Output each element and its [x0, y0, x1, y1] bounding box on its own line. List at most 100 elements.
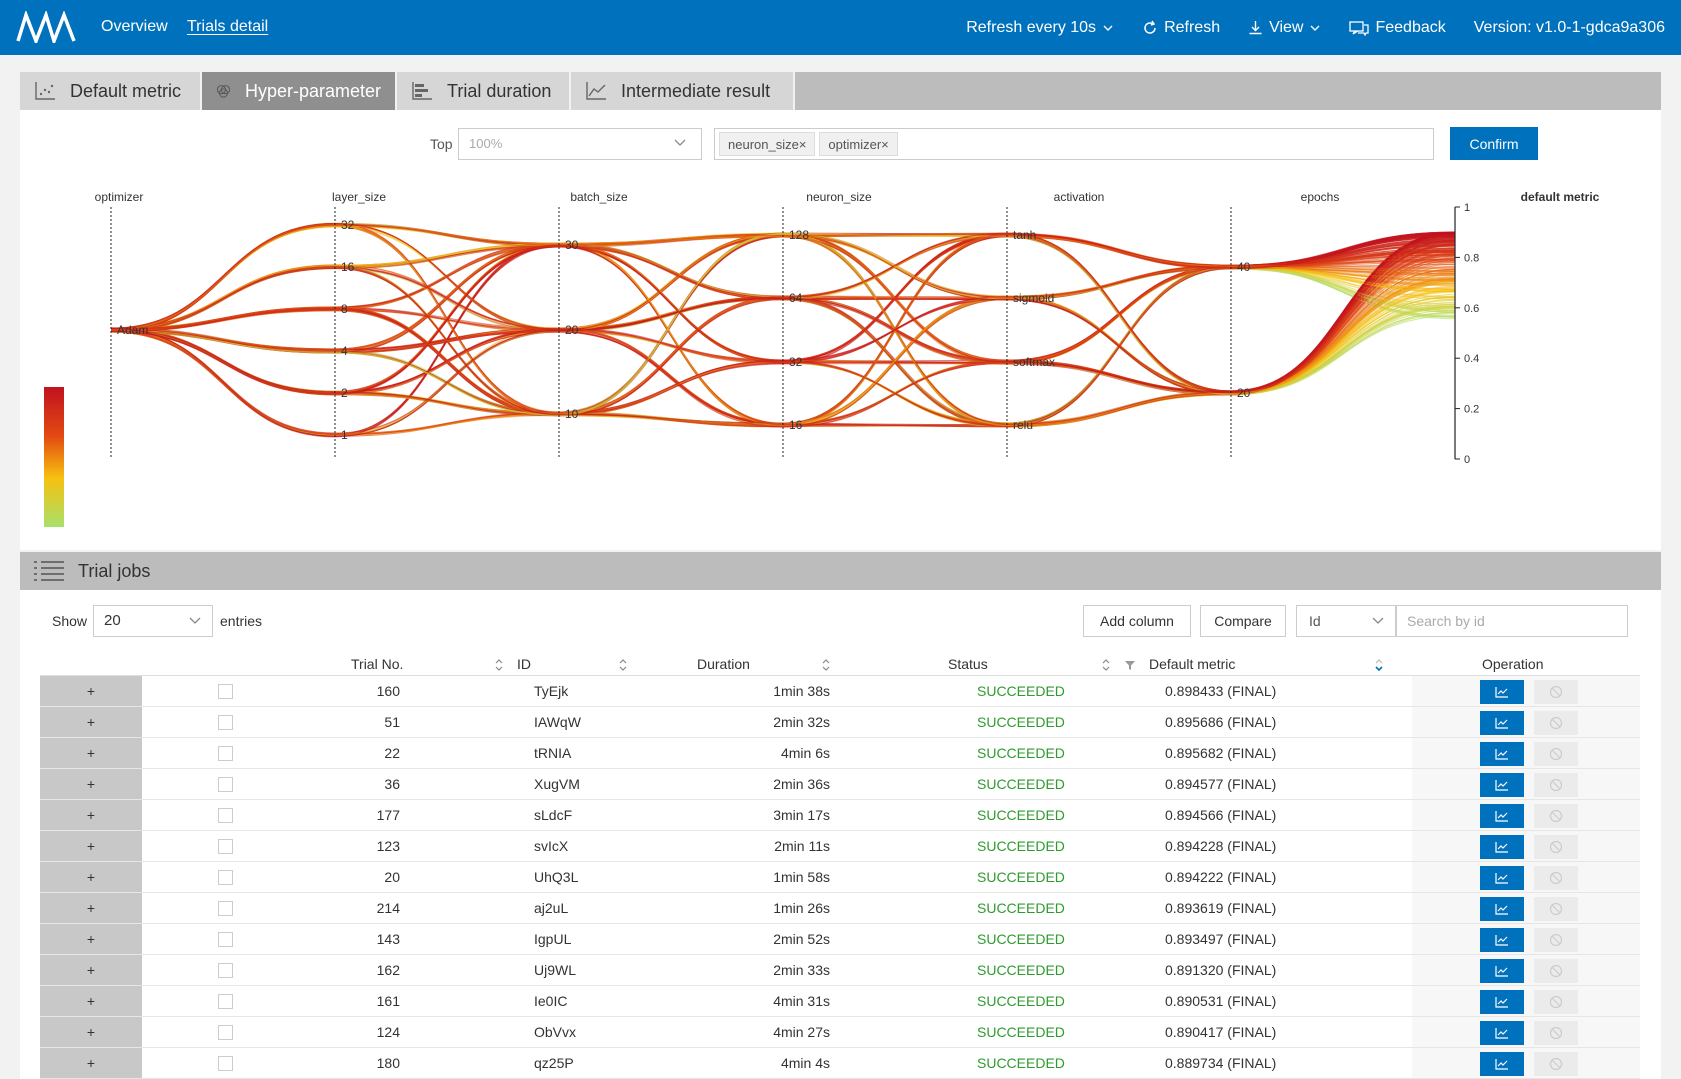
- view-dropdown[interactable]: View: [1248, 19, 1321, 37]
- trial-detail-button[interactable]: [1480, 835, 1524, 859]
- row-select-checkbox[interactable]: [218, 1025, 233, 1040]
- trial-detail-button[interactable]: [1480, 773, 1524, 797]
- row-select-checkbox[interactable]: [218, 901, 233, 916]
- row-select-checkbox[interactable]: [218, 963, 233, 978]
- sort-icon[interactable]: [821, 658, 831, 672]
- row-select-checkbox[interactable]: [218, 684, 233, 699]
- tick-label: tanh: [1013, 228, 1036, 242]
- trial-detail-button[interactable]: [1480, 742, 1524, 766]
- row-select-checkbox[interactable]: [218, 839, 233, 854]
- expand-row-button[interactable]: +: [40, 924, 142, 954]
- kill-trial-button[interactable]: [1534, 928, 1578, 952]
- search-field-select[interactable]: Id: [1296, 605, 1396, 637]
- table-row[interactable]: +124 ObVvx 4min 27s SUCCEEDED 0.890417 (FINA…: [40, 1017, 1640, 1048]
- table-row[interactable]: +123 svIcX 2min 11s SUCCEEDED 0.894228 (FINA…: [40, 831, 1640, 862]
- row-select-checkbox[interactable]: [218, 777, 233, 792]
- trial-detail-button[interactable]: [1480, 1052, 1524, 1076]
- table-row[interactable]: +22 tRNIA 4min 6s SUCCEEDED 0.895682 (FINAL): [40, 738, 1640, 769]
- table-row[interactable]: +20 UhQ3L 1min 58s SUCCEEDED 0.894222 (FINAL…: [40, 862, 1640, 893]
- expand-row-button[interactable]: +: [40, 769, 142, 799]
- nav-trials-detail-link[interactable]: Trials detail: [187, 18, 268, 36]
- cell-id: Uj9WL: [534, 962, 577, 978]
- kill-trial-button[interactable]: [1534, 742, 1578, 766]
- parallel-coordinates-chart[interactable]: Adam32168421302010128643216tanhsigmoidso…: [20, 72, 1661, 550]
- trial-detail-button[interactable]: [1480, 680, 1524, 704]
- expand-row-button[interactable]: +: [40, 800, 142, 830]
- kill-trial-button[interactable]: [1534, 866, 1578, 890]
- refresh-button[interactable]: Refresh: [1142, 19, 1220, 37]
- table-row[interactable]: +36 XugVM 2min 36s SUCCEEDED 0.894577 (FINAL…: [40, 769, 1640, 800]
- sort-icon[interactable]: [494, 658, 504, 672]
- add-column-button[interactable]: Add column: [1083, 605, 1191, 637]
- kill-trial-button[interactable]: [1534, 773, 1578, 797]
- row-select-checkbox[interactable]: [218, 994, 233, 1009]
- expand-row-button[interactable]: +: [40, 676, 142, 706]
- filter-icon[interactable]: [1124, 658, 1136, 672]
- kill-trial-button[interactable]: [1534, 1021, 1578, 1045]
- trial-detail-button[interactable]: [1480, 804, 1524, 828]
- table-row[interactable]: +51 IAWqW 2min 32s SUCCEEDED 0.895686 (FINAL…: [40, 707, 1640, 738]
- expand-row-button[interactable]: +: [40, 893, 142, 923]
- table-row[interactable]: +143 IgpUL 2min 52s SUCCEEDED 0.893497 (FINA…: [40, 924, 1640, 955]
- sort-desc-icon[interactable]: [1374, 658, 1384, 672]
- search-input[interactable]: [1396, 605, 1628, 637]
- sort-icon[interactable]: [1101, 658, 1111, 672]
- refresh-interval-dropdown[interactable]: Refresh every 10s: [966, 19, 1114, 37]
- kill-trial-button[interactable]: [1534, 711, 1578, 735]
- kill-trial-button[interactable]: [1534, 959, 1578, 983]
- column-header-duration[interactable]: Duration: [697, 656, 750, 672]
- table-row[interactable]: +161 Ie0IC 4min 31s SUCCEEDED 0.890531 (FINA…: [40, 986, 1640, 1017]
- table-row[interactable]: +214 aj2uL 1min 26s SUCCEEDED 0.893619 (FINA…: [40, 893, 1640, 924]
- line-chart-icon: [1495, 935, 1508, 946]
- cell-duration: 2min 11s: [774, 838, 830, 854]
- trial-detail-button[interactable]: [1480, 866, 1524, 890]
- expand-row-button[interactable]: +: [40, 986, 142, 1016]
- chevron-down-icon: [189, 617, 201, 624]
- compare-button[interactable]: Compare: [1200, 605, 1286, 637]
- trial-detail-button[interactable]: [1480, 928, 1524, 952]
- trial-line: [110, 240, 1456, 332]
- block-icon: [1549, 747, 1563, 761]
- trial-detail-button[interactable]: [1480, 897, 1524, 921]
- trial-detail-button[interactable]: [1480, 990, 1524, 1014]
- table-row[interactable]: +180 qz25P 4min 4s SUCCEEDED 0.889734 (FINAL…: [40, 1048, 1640, 1079]
- expand-row-button[interactable]: +: [40, 707, 142, 737]
- column-header-default-metric[interactable]: Default metric: [1149, 656, 1235, 672]
- expand-row-button[interactable]: +: [40, 738, 142, 768]
- table-row[interactable]: +162 Uj9WL 2min 33s SUCCEEDED 0.891320 (FINA…: [40, 955, 1640, 986]
- cell-default-metric: 0.889734 (FINAL): [1165, 1055, 1277, 1071]
- expand-row-button[interactable]: +: [40, 831, 142, 861]
- page-size-select[interactable]: 20: [93, 605, 213, 637]
- trial-detail-button[interactable]: [1480, 1021, 1524, 1045]
- table-row[interactable]: +160 TyEjk 1min 38s SUCCEEDED 0.898433 (FINA…: [40, 676, 1640, 707]
- row-select-checkbox[interactable]: [218, 932, 233, 947]
- expand-row-button[interactable]: +: [40, 862, 142, 892]
- kill-trial-button[interactable]: [1534, 804, 1578, 828]
- column-header-status[interactable]: Status: [948, 656, 988, 672]
- row-select-checkbox[interactable]: [218, 870, 233, 885]
- cell-default-metric: 0.890531 (FINAL): [1165, 993, 1277, 1009]
- kill-trial-button[interactable]: [1534, 835, 1578, 859]
- kill-trial-button[interactable]: [1534, 897, 1578, 921]
- nni-logo-icon[interactable]: [16, 11, 78, 43]
- kill-trial-button[interactable]: [1534, 680, 1578, 704]
- row-select-checkbox[interactable]: [218, 808, 233, 823]
- expand-row-button[interactable]: +: [40, 1048, 142, 1078]
- sort-icon[interactable]: [618, 658, 628, 672]
- row-select-checkbox[interactable]: [218, 715, 233, 730]
- column-header-id[interactable]: ID: [517, 656, 531, 672]
- download-icon: [1249, 21, 1262, 35]
- kill-trial-button[interactable]: [1534, 990, 1578, 1014]
- trial-detail-button[interactable]: [1480, 711, 1524, 735]
- expand-row-button[interactable]: +: [40, 1017, 142, 1047]
- row-select-checkbox[interactable]: [218, 1056, 233, 1071]
- cell-duration: 4min 27s: [773, 1024, 830, 1040]
- table-row[interactable]: +177 sLdcF 3min 17s SUCCEEDED 0.894566 (FINA…: [40, 800, 1640, 831]
- trial-detail-button[interactable]: [1480, 959, 1524, 983]
- kill-trial-button[interactable]: [1534, 1052, 1578, 1076]
- expand-row-button[interactable]: +: [40, 955, 142, 985]
- feedback-button[interactable]: Feedback: [1349, 19, 1446, 37]
- nav-overview-link[interactable]: Overview: [101, 18, 168, 36]
- row-select-checkbox[interactable]: [218, 746, 233, 761]
- column-header-trial-no[interactable]: Trial No.: [351, 656, 403, 672]
